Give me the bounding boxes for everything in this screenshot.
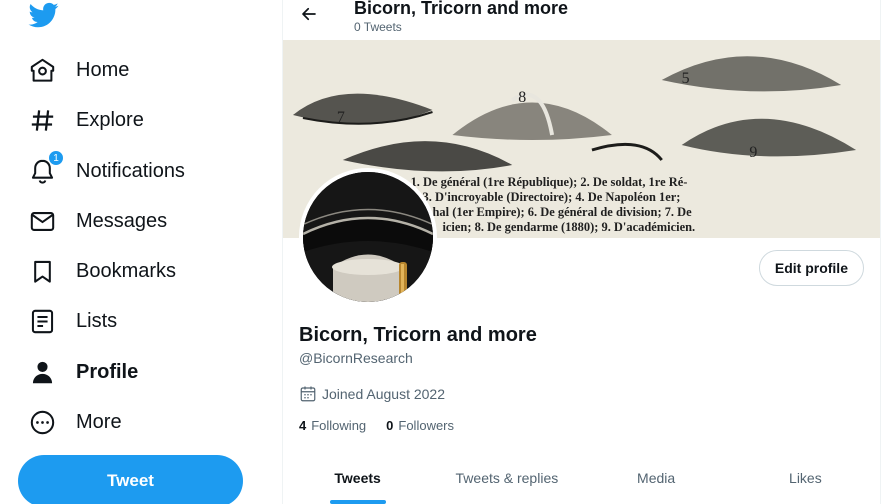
more-circle-icon — [28, 408, 56, 436]
nav-item-profile[interactable]: Profile — [28, 352, 138, 392]
nav-item-lists[interactable]: Lists — [28, 301, 117, 341]
edit-profile-button[interactable]: Edit profile — [758, 250, 864, 286]
tab-media[interactable]: Media — [582, 456, 731, 504]
nav-label: Lists — [76, 309, 118, 332]
banner-number: 5 — [682, 70, 690, 87]
hashtag-icon — [28, 106, 56, 134]
tab-tweets-and-replies[interactable]: Tweets & replies — [432, 456, 581, 504]
banner-caption-line: hal (1er Empire); 6. De général de divis… — [432, 205, 692, 219]
nav-item-explore[interactable]: Explore — [28, 100, 144, 140]
calendar-icon — [300, 386, 316, 402]
profile-handle: @BicornResearch — [299, 350, 413, 366]
twitter-bird-icon[interactable] — [28, 0, 60, 30]
banner-caption-line: 1. De général (1re République); 2. De so… — [411, 175, 688, 189]
profile-column: Bicorn, Tricorn and more 0 Tweets 5 8 7 … — [282, 0, 881, 504]
nav-item-notifications[interactable]: 1 Notifications — [28, 150, 185, 191]
nav-label: Bookmarks — [76, 259, 177, 282]
banner-caption-line: icien; 8. De gendarme (1880); 9. D'acadé… — [442, 220, 695, 234]
profile-avatar[interactable] — [299, 168, 437, 306]
sidebar: Home Explore 1 Notifications Messages Bo… — [0, 0, 282, 504]
bookmark-icon — [28, 257, 56, 285]
nav-item-more[interactable]: More — [28, 402, 122, 442]
profile-header-bar: Bicorn, Tricorn and more 0 Tweets — [283, 0, 880, 40]
followers-link[interactable]: 0 Followers — [386, 418, 454, 433]
nav-label: Explore — [76, 108, 144, 131]
nav-item-bookmarks[interactable]: Bookmarks — [28, 251, 176, 291]
banner-number: 7 — [337, 109, 345, 126]
nav-label: Notifications — [76, 159, 185, 182]
header-title: Bicorn, Tricorn and more — [354, 0, 569, 18]
header-tweet-count: 0 Tweets — [354, 20, 402, 34]
notification-badge: 1 — [48, 150, 64, 166]
following-link[interactable]: 4 Following — [299, 418, 366, 433]
envelope-icon — [28, 207, 56, 235]
follow-stats: 4 Following 0 Followers — [299, 418, 474, 433]
followers-count: 0 — [386, 418, 394, 433]
nav-item-messages[interactable]: Messages — [28, 201, 167, 241]
banner-number: 9 — [749, 144, 757, 161]
profile-tabs: Tweets Tweets & replies Media Likes — [283, 456, 880, 504]
nav-label: More — [76, 410, 122, 433]
banner-number: 8 — [518, 89, 526, 106]
joined-date: Joined August 2022 — [299, 385, 445, 403]
tweet-button[interactable]: Tweet — [18, 455, 243, 504]
profile-display-name: Bicorn, Tricorn and more — [299, 324, 537, 346]
nav-item-home[interactable]: Home — [28, 50, 129, 90]
nav-label: Messages — [76, 209, 168, 232]
bell-icon: 1 — [28, 150, 64, 185]
followers-label: Followers — [398, 418, 455, 433]
joined-text: Joined August 2022 — [322, 386, 445, 402]
nav-label: Home — [76, 58, 130, 81]
banner-caption-line: 3. D'incroyable (Directoire); 4. De Napo… — [423, 190, 681, 204]
back-arrow-icon[interactable] — [297, 2, 321, 26]
tab-likes[interactable]: Likes — [731, 456, 880, 504]
following-count: 4 — [299, 418, 307, 433]
tab-tweets[interactable]: Tweets — [283, 456, 432, 504]
home-icon — [28, 56, 56, 84]
following-label: Following — [311, 418, 367, 433]
list-icon — [28, 307, 56, 335]
person-icon — [28, 358, 56, 386]
nav-label: Profile — [76, 360, 139, 383]
